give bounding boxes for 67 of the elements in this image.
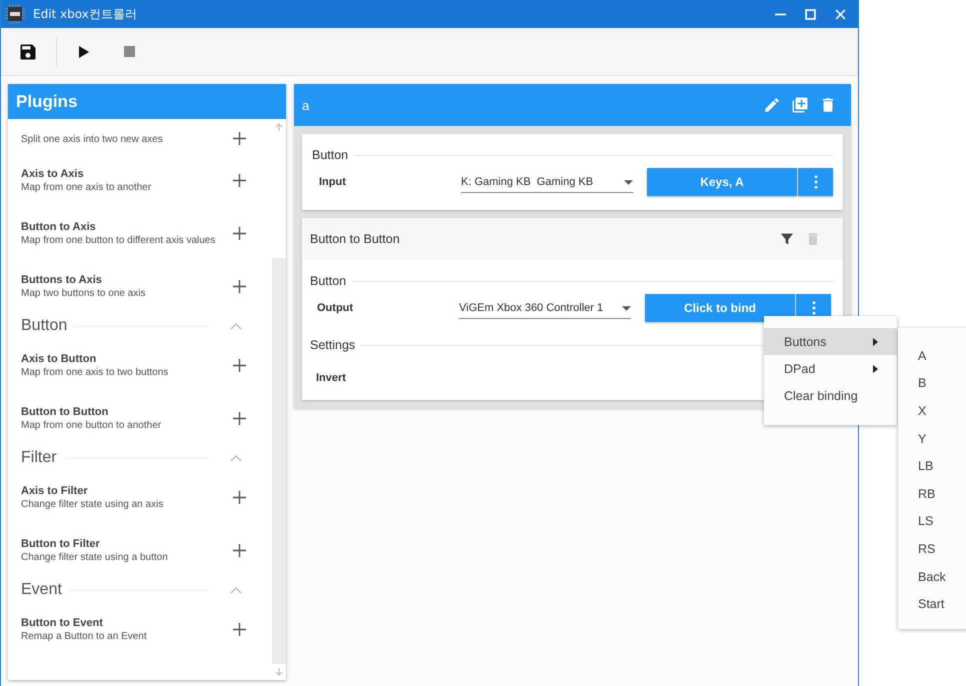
add-copy-icon[interactable] xyxy=(791,96,809,114)
plugin-description: Split one axis into two new axes xyxy=(21,134,164,145)
add-icon[interactable] xyxy=(233,227,246,240)
maximize-icon[interactable] xyxy=(805,8,816,20)
menu-item[interactable]: B xyxy=(898,370,966,398)
chip-icon xyxy=(5,4,25,24)
scrollbar[interactable] xyxy=(272,119,286,680)
menu-item[interactable]: DPad xyxy=(764,355,897,382)
plugin-name: Axis to Filter xyxy=(21,485,89,497)
group-heading: Button xyxy=(21,317,68,335)
profile-title: a xyxy=(302,98,310,112)
dropdown-caret-icon xyxy=(622,306,631,310)
section-title: Button xyxy=(312,148,348,162)
menu-item[interactable]: RS xyxy=(898,535,966,563)
plugin-description: Map from one button to different axis values xyxy=(21,235,216,246)
add-icon[interactable] xyxy=(233,280,246,293)
edit-icon[interactable] xyxy=(763,96,781,114)
scrollbar-thumb[interactable] xyxy=(272,258,286,664)
add-icon[interactable] xyxy=(233,412,246,425)
section-title: Settings xyxy=(310,338,356,352)
plugin-description: Map two buttons to one axis xyxy=(21,288,147,299)
play-icon[interactable] xyxy=(79,46,89,58)
plugin-name: Button to Event xyxy=(21,617,104,629)
group-heading: Event xyxy=(21,581,62,599)
add-icon[interactable] xyxy=(233,174,246,187)
plugin-name: Axis to Button xyxy=(21,353,98,365)
menu-item[interactable]: Back xyxy=(898,562,966,590)
plugin-description: Change filter state using a button xyxy=(21,552,169,563)
plugin-name: Axis to Axis xyxy=(21,168,85,180)
device-dropdown[interactable]: ViGEm Xbox 360 Controller 1 xyxy=(459,297,631,319)
panel-title: Plugins xyxy=(16,92,78,112)
dropdown-caret-icon xyxy=(624,180,633,184)
more-vertical-icon xyxy=(814,175,818,189)
plugin-description: Map from one button to another xyxy=(21,420,162,431)
add-icon[interactable] xyxy=(233,623,246,636)
plugin-description: Map from one axis to two buttons xyxy=(21,367,170,378)
menu-item[interactable]: X xyxy=(898,397,966,425)
menu-item[interactable]: Buttons xyxy=(764,328,897,355)
add-icon[interactable] xyxy=(233,132,246,145)
binding-label: Output xyxy=(316,302,354,314)
add-icon[interactable] xyxy=(233,491,246,504)
menu-item[interactable]: Clear binding xyxy=(764,382,897,409)
add-icon[interactable] xyxy=(233,359,246,372)
device-dropdown[interactable]: K: Gaming KB Gaming KB xyxy=(461,171,633,193)
group-heading: Filter xyxy=(21,449,57,467)
plugin-title: Button to Button xyxy=(310,232,400,246)
binding-label: Input xyxy=(318,176,347,188)
window-title: Edit xbox컨트롤러 xyxy=(33,6,137,22)
plugin-description: Change filter state using an axis xyxy=(21,499,164,510)
setting-label: Invert xyxy=(315,372,346,384)
menu-item[interactable]: LB xyxy=(898,452,966,480)
close-icon[interactable] xyxy=(835,8,846,20)
save-icon[interactable] xyxy=(18,42,38,62)
plugin-description: Remap a Button to an Event xyxy=(21,631,148,642)
menu-item[interactable]: Y xyxy=(898,424,966,452)
menu-item[interactable]: LS xyxy=(898,508,966,536)
filter-icon[interactable] xyxy=(779,231,795,247)
add-icon[interactable] xyxy=(233,544,246,557)
menu-item[interactable]: A xyxy=(898,342,966,370)
plugin-name: Button to Filter xyxy=(21,538,101,550)
plugin-name: Button to Axis xyxy=(21,221,97,233)
menu-item[interactable]: RB xyxy=(898,480,966,508)
plugin-name: Buttons to Axis xyxy=(21,274,103,286)
menu-item[interactable]: Start xyxy=(898,590,966,618)
plugin-name: Button to Button xyxy=(21,406,110,418)
section-title: Button xyxy=(310,274,346,288)
plugin-description: Map from one axis to another xyxy=(21,182,152,193)
